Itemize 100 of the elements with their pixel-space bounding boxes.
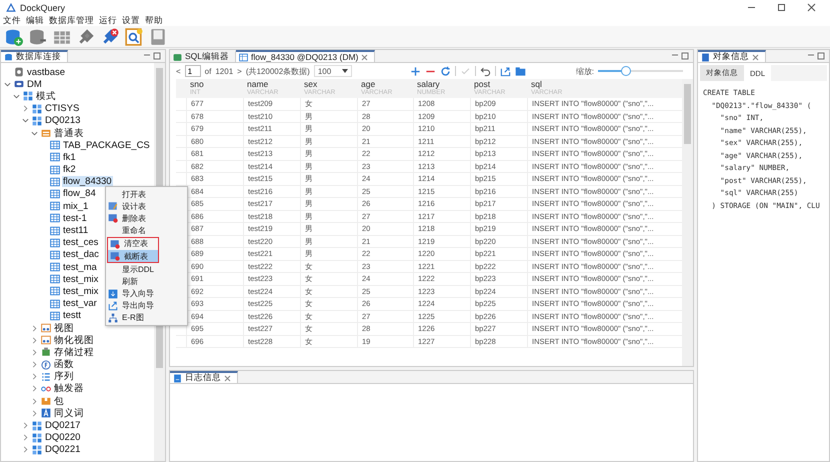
export-icon[interactable] bbox=[500, 66, 511, 76]
menu-item[interactable]: 设计表 bbox=[106, 200, 187, 212]
tree-item[interactable]: test_dac bbox=[62, 249, 100, 260]
link-icon bbox=[41, 384, 51, 394]
refresh-icon[interactable] bbox=[440, 66, 451, 76]
folder-icon bbox=[41, 128, 51, 138]
scrollbar[interactable] bbox=[682, 79, 693, 366]
procedure-icon bbox=[41, 347, 51, 358]
tree-item[interactable]: flow_84330 bbox=[62, 176, 113, 188]
menu-item[interactable]: 编辑 bbox=[26, 15, 44, 26]
tree-item[interactable]: fk1 bbox=[62, 152, 77, 163]
close-icon[interactable] bbox=[752, 54, 759, 60]
panel-tab[interactable]: 对象信息 bbox=[698, 50, 766, 62]
tree-item[interactable]: test11 bbox=[62, 225, 90, 236]
tree-item[interactable]: DQ0221 bbox=[44, 444, 82, 456]
menu-item[interactable]: 导出向导 bbox=[106, 300, 187, 312]
save-icon[interactable] bbox=[149, 28, 167, 46]
page-of-label: of bbox=[204, 66, 212, 76]
menu-item[interactable]: 导入向导 bbox=[106, 288, 187, 300]
editor-tab[interactable]: flow_84330 @DQ0213 (DM) bbox=[236, 50, 376, 62]
tree-item[interactable]: 包 bbox=[53, 396, 65, 407]
tree-item[interactable]: fk2 bbox=[62, 164, 77, 176]
menu-item[interactable]: 显示DDL bbox=[106, 263, 187, 276]
menu-item[interactable]: 截断表 bbox=[108, 250, 158, 262]
export-icon bbox=[108, 300, 118, 311]
schema-icon bbox=[32, 104, 42, 114]
tree-item[interactable]: 普通表 bbox=[53, 128, 85, 139]
tree-item[interactable]: DM bbox=[26, 78, 43, 90]
menu-item[interactable]: 清空表 bbox=[108, 238, 158, 250]
list-icon bbox=[41, 372, 51, 382]
previous-page-button[interactable]: < bbox=[176, 66, 181, 76]
tree-item[interactable]: 函数 bbox=[53, 359, 75, 370]
database-add-icon[interactable] bbox=[5, 28, 23, 46]
tree-item[interactable]: 视图 bbox=[53, 322, 75, 334]
slider-thumb[interactable] bbox=[621, 66, 632, 76]
log-tab[interactable]: 日志信息 bbox=[170, 371, 238, 383]
menu-item[interactable]: 重命名 bbox=[106, 224, 187, 237]
menu-item[interactable]: 设置 bbox=[122, 15, 140, 26]
menu-item[interactable]: 文件 bbox=[3, 15, 21, 26]
disconnect-icon[interactable] bbox=[101, 28, 119, 46]
menu-item[interactable]: E-R图 bbox=[106, 312, 187, 324]
close-icon[interactable] bbox=[224, 374, 231, 382]
tree-item[interactable]: test_ces bbox=[62, 237, 100, 248]
tree-item[interactable]: DQ0220 bbox=[44, 432, 82, 444]
menu-item[interactable]: 删除表 bbox=[106, 212, 187, 225]
table-delete-icon bbox=[110, 238, 120, 249]
tree-item[interactable]: test_var bbox=[62, 298, 98, 310]
tree-item[interactable]: 同义词 bbox=[53, 408, 85, 419]
tree-item[interactable]: 触发器 bbox=[53, 383, 85, 394]
tree-item[interactable]: flow_84 bbox=[62, 188, 97, 200]
diagram-icon bbox=[108, 312, 118, 323]
menu-item[interactable]: 帮助 bbox=[145, 15, 163, 26]
database-icon[interactable] bbox=[29, 28, 47, 46]
tree-item[interactable]: CTISYS bbox=[44, 103, 80, 114]
tree-item[interactable]: mix_1 bbox=[62, 200, 90, 212]
table-icon bbox=[50, 262, 60, 272]
panel-controls-icon[interactable] bbox=[141, 52, 161, 60]
server-icon bbox=[14, 67, 24, 78]
query-icon[interactable] bbox=[125, 28, 143, 46]
tree-item[interactable]: test_mix bbox=[62, 274, 100, 285]
panel-controls-icon[interactable] bbox=[669, 52, 689, 60]
tree-item[interactable]: vastbase bbox=[26, 66, 66, 78]
table-icon bbox=[50, 176, 60, 187]
document-icon bbox=[701, 52, 710, 62]
next-page-button[interactable]: > bbox=[237, 66, 242, 76]
close-icon[interactable] bbox=[361, 54, 368, 60]
tree-item[interactable]: 模式 bbox=[35, 90, 57, 102]
maximize-icon[interactable] bbox=[776, 3, 786, 12]
folder-icon[interactable] bbox=[514, 66, 526, 76]
function-icon bbox=[41, 360, 51, 370]
tree-item[interactable]: testt bbox=[62, 310, 82, 322]
tree-item[interactable]: DQ0213 bbox=[44, 115, 82, 126]
view-icon bbox=[41, 323, 51, 334]
tree-item[interactable]: 物化视图 bbox=[53, 334, 95, 346]
tree-item[interactable]: 序列 bbox=[53, 371, 75, 382]
close-icon[interactable] bbox=[806, 3, 816, 12]
schema-icon bbox=[32, 432, 42, 443]
menu-item[interactable]: 刷新 bbox=[106, 275, 187, 288]
tree-item[interactable]: 存储过程 bbox=[53, 346, 95, 358]
caret-icon bbox=[342, 69, 348, 73]
panel-controls-icon[interactable] bbox=[805, 52, 825, 60]
panel-tab[interactable]: 数据库连接 bbox=[1, 50, 68, 62]
menu-item[interactable]: 数据库管理 bbox=[49, 15, 94, 26]
tree-item[interactable]: test_mix bbox=[62, 286, 100, 297]
menu-item[interactable]: 打开表 bbox=[106, 188, 187, 200]
tree-item[interactable]: test_ma bbox=[62, 262, 98, 273]
sql-icon bbox=[173, 52, 182, 62]
total-pages: 1201 bbox=[215, 66, 234, 76]
window-title: DockQuery bbox=[20, 2, 66, 12]
page-input[interactable]: 1 bbox=[184, 65, 201, 77]
table-icon bbox=[50, 298, 60, 309]
page-size-select[interactable]: 100 bbox=[314, 65, 352, 77]
plug-icon[interactable] bbox=[77, 28, 95, 46]
menu-item[interactable]: 运行 bbox=[99, 15, 117, 26]
undo-icon[interactable] bbox=[480, 66, 491, 76]
zoom-label: 缩放: bbox=[576, 66, 594, 76]
tree-item[interactable]: TAB_PACKAGE_CS bbox=[62, 140, 151, 151]
tree-item[interactable]: test-1 bbox=[62, 212, 88, 224]
tree-item[interactable]: DQ0217 bbox=[44, 420, 82, 432]
add-icon[interactable] bbox=[410, 66, 421, 76]
